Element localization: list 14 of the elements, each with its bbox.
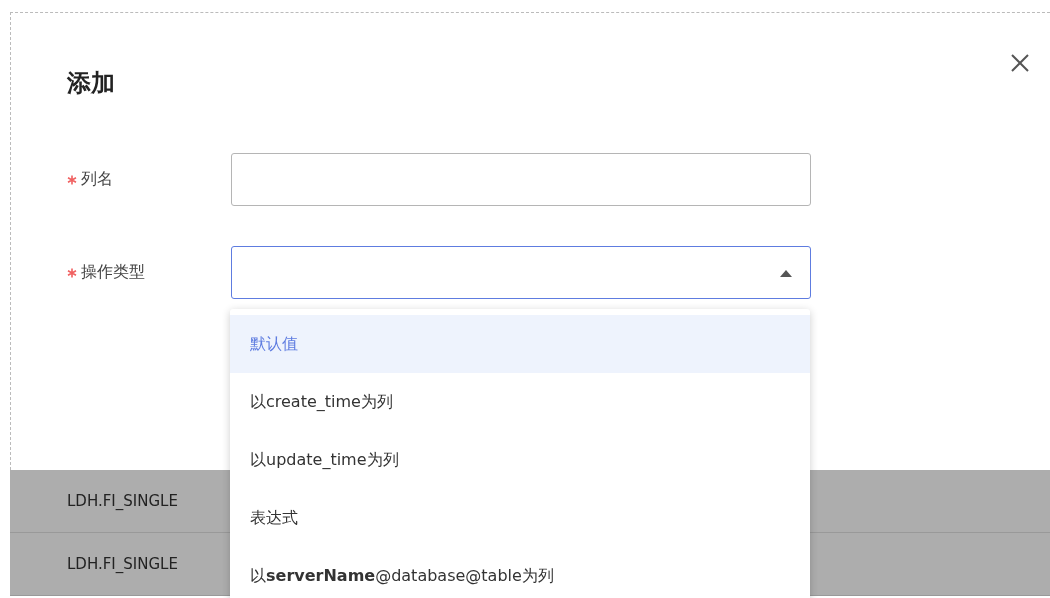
dropdown-option[interactable]: 默认值: [230, 315, 810, 373]
caret-icon: [780, 268, 792, 277]
close-icon[interactable]: [1010, 53, 1030, 73]
dropdown-option[interactable]: 以serverName@database@table为列: [230, 547, 810, 598]
field-label: 操作类型: [81, 262, 145, 283]
table-cell: LDH.FI_SINGLE: [67, 492, 178, 510]
dropdown-option[interactable]: 以update_time为列: [230, 431, 810, 489]
input-field[interactable]: [231, 153, 811, 206]
table-cell: LDH.FI_SINGLE: [67, 555, 178, 573]
dialog-title: 添加: [67, 69, 115, 97]
field-label: 列名: [81, 169, 113, 190]
select-field[interactable]: [231, 246, 811, 299]
dropdown-option[interactable]: 以create_time为列: [230, 373, 810, 431]
dropdown-option[interactable]: 表达式: [230, 489, 810, 547]
